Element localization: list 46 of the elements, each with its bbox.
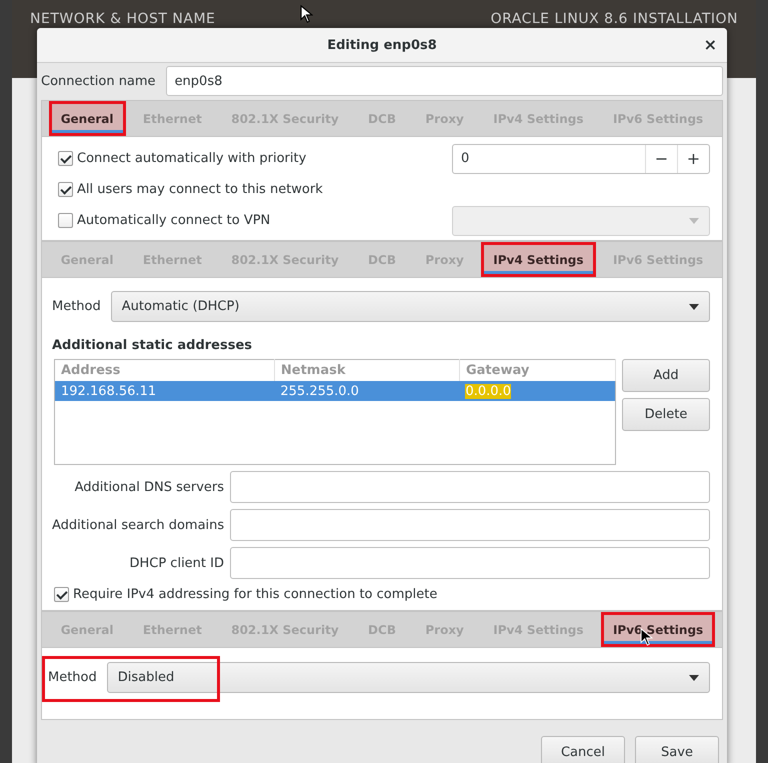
- ipv6-method-dropdown[interactable]: Disabled: [106, 662, 710, 693]
- method-label: Method: [52, 299, 101, 314]
- input-field[interactable]: [230, 509, 710, 541]
- option-label: Require IPv4 addressing for this connection to complete: [73, 587, 438, 602]
- caret-icon: [689, 674, 699, 680]
- table-button[interactable]: Add: [622, 359, 710, 392]
- priority-spinner[interactable]: 0 − +: [452, 144, 710, 174]
- table-button[interactable]: Delete: [622, 398, 710, 431]
- cursor-icon: [300, 5, 313, 23]
- field-label: Additional search domains: [52, 518, 224, 532]
- minus-button[interactable]: −: [645, 144, 677, 172]
- background-title: NETWORK & HOST NAME: [30, 11, 216, 27]
- method-label: Method: [48, 670, 97, 685]
- caret-icon: [689, 218, 699, 224]
- input-field[interactable]: [230, 547, 710, 579]
- ipv4-method-dropdown[interactable]: Automatic (DHCP): [110, 291, 710, 322]
- option-label: All users may connect to this network: [77, 182, 323, 197]
- section-heading: Additional static addresses: [52, 338, 254, 353]
- option-label: Connect automatically with priority: [77, 151, 306, 166]
- dropdown-value: Disabled: [118, 670, 174, 685]
- dialog-button[interactable]: Cancel: [541, 736, 625, 763]
- table-cell: 0.0.0.0: [465, 384, 511, 398]
- dropdown-value: Automatic (DHCP): [122, 299, 240, 314]
- dialog-title: Editing enp0s8: [327, 38, 437, 52]
- tab[interactable]: IPv4 Settings: [481, 242, 596, 277]
- plus-button[interactable]: +: [677, 144, 709, 172]
- field-label: Connection name: [41, 74, 156, 88]
- field-label: DHCP client ID: [128, 556, 224, 570]
- checkbox[interactable]: [58, 182, 73, 197]
- field-label: Additional DNS servers: [74, 480, 224, 494]
- table-cell: 192.168.56.11: [61, 384, 156, 398]
- tab[interactable]: General: [48, 101, 126, 136]
- checkbox[interactable]: [54, 587, 69, 602]
- option-label: Automatically connect to VPN: [77, 213, 270, 228]
- checkbox[interactable]: [58, 213, 73, 228]
- input-field[interactable]: [230, 471, 710, 503]
- table-cell: 255.255.0.0: [280, 384, 359, 398]
- caret-icon: [689, 304, 699, 310]
- connection-name-field[interactable]: enp0s8: [166, 66, 723, 96]
- spinner-value: 0: [460, 150, 470, 168]
- tab[interactable]: IPv6 Settings: [600, 612, 716, 647]
- background-title: ORACLE LINUX 8.6 INSTALLATION: [490, 11, 738, 27]
- close-button[interactable]: ×: [704, 35, 717, 54]
- checkbox[interactable]: [58, 151, 73, 166]
- address-row[interactable]: 192.168.56.11 255.255.0.0 0.0.0.0: [54, 381, 616, 401]
- dialog-button[interactable]: Save: [635, 736, 719, 763]
